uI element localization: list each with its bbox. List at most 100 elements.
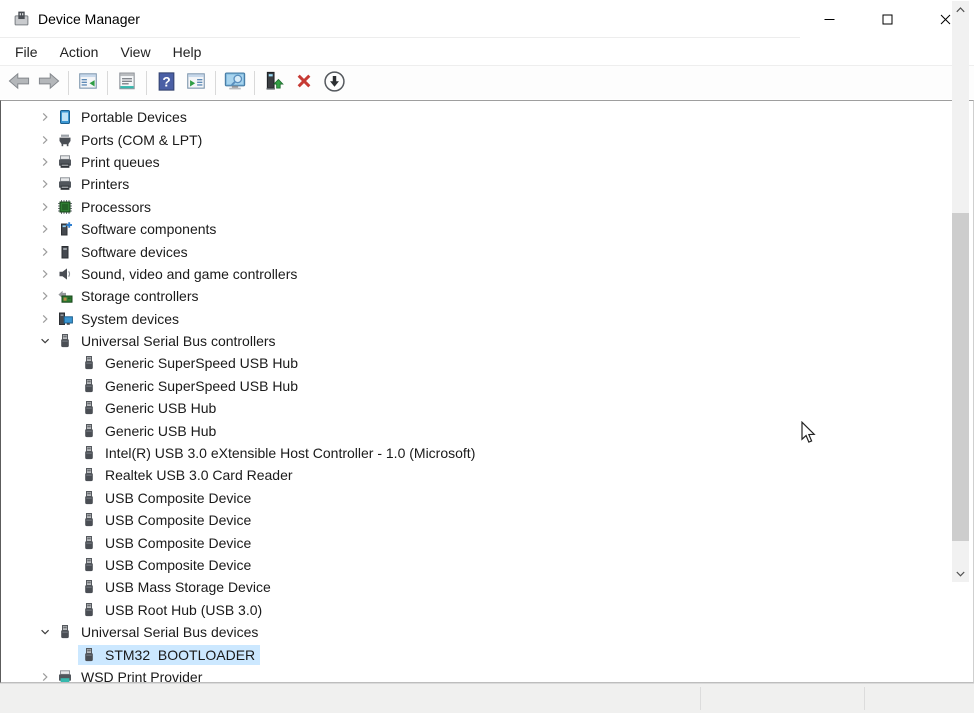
update-driver-button[interactable]: [260, 69, 288, 97]
tree-item-realtek-usb-3-0-card-reader[interactable]: Realtek USB 3.0 Card Reader: [1, 464, 973, 486]
tree-item-label: USB Composite Device: [105, 512, 251, 528]
forward-arrow-icon: [37, 69, 61, 96]
back-arrow-button[interactable]: [5, 69, 33, 97]
row-content: Universal Serial Bus controllers: [54, 331, 281, 351]
tree-item-printers[interactable]: Printers: [1, 173, 973, 195]
scroll-up-button[interactable]: [952, 1, 969, 18]
toolbar-separator: [254, 71, 255, 95]
usb-icon: [81, 602, 97, 618]
minimize-button[interactable]: [800, 0, 858, 38]
tree-item-sound-video-and-game-controllers[interactable]: Sound, video and game controllers: [1, 263, 973, 285]
scrollbar-thumb[interactable]: [952, 213, 969, 541]
tree-item-intel-r-usb-3-0-extensible-host-controller-1-0-microsoft[interactable]: Intel(R) USB 3.0 eXtensible Host Control…: [1, 442, 973, 464]
toolbar: ?: [0, 66, 974, 99]
usb-icon: [81, 400, 97, 416]
tree-item-label: Software components: [81, 221, 216, 237]
tree-item-label: USB Composite Device: [105, 557, 251, 573]
menu-bar: FileActionViewHelp: [0, 38, 974, 66]
tree-item-processors[interactable]: Processors: [1, 196, 973, 218]
tree-item-universal-serial-bus-controllers[interactable]: Universal Serial Bus controllers: [1, 330, 973, 352]
tree-item-label: Ports (COM & LPT): [81, 132, 202, 148]
software-component-icon: [57, 221, 73, 237]
printer-icon: [57, 176, 73, 192]
title-bar: Device Manager: [0, 0, 974, 38]
tree-item-print-queues[interactable]: Print queues: [1, 151, 973, 173]
vertical-scrollbar[interactable]: [952, 1, 969, 582]
tree-item-stm32-bootloader[interactable]: STM32 BOOTLOADER: [1, 643, 973, 665]
tree-item-generic-usb-hub[interactable]: Generic USB Hub: [1, 397, 973, 419]
status-bar-divider: [864, 687, 865, 710]
row-content: Storage controllers: [54, 286, 204, 306]
menu-view[interactable]: View: [109, 40, 161, 64]
tree-item-usb-composite-device[interactable]: USB Composite Device: [1, 509, 973, 531]
device-tree: Portable Devices Ports (COM & LPT) Print q…: [0, 100, 974, 683]
window-controls: [800, 0, 974, 38]
row-content: USB Composite Device: [78, 488, 256, 508]
disable-device-icon: [323, 70, 346, 96]
tree-item-usb-composite-device[interactable]: USB Composite Device: [1, 531, 973, 553]
tree-item-wsd-print-provider[interactable]: WSD Print Provider: [1, 666, 973, 683]
menu-file[interactable]: File: [4, 40, 49, 64]
tree-item-label: Storage controllers: [81, 288, 199, 304]
tree-item-usb-mass-storage-device[interactable]: USB Mass Storage Device: [1, 576, 973, 598]
tree-item-label: Generic USB Hub: [105, 423, 216, 439]
row-content: Printers: [54, 174, 134, 194]
scan-hardware-button[interactable]: [221, 69, 249, 97]
status-bar: [0, 683, 974, 713]
toolbar-separator: [68, 71, 69, 95]
properties-button[interactable]: [113, 69, 141, 97]
tree-item-label: STM32 BOOTLOADER: [105, 647, 255, 663]
tree-item-generic-usb-hub[interactable]: Generic USB Hub: [1, 419, 973, 441]
show-console-tree-button[interactable]: [74, 69, 102, 97]
tree-item-label: Printers: [81, 176, 129, 192]
usb-icon: [81, 378, 97, 394]
back-arrow-icon: [7, 69, 31, 96]
tree-item-label: Generic USB Hub: [105, 400, 216, 416]
tree-item-generic-superspeed-usb-hub[interactable]: Generic SuperSpeed USB Hub: [1, 352, 973, 374]
forward-arrow-button[interactable]: [35, 69, 63, 97]
row-content: System devices: [54, 309, 184, 329]
update-driver-icon: [263, 70, 285, 95]
scroll-down-button[interactable]: [952, 565, 969, 582]
software-device-icon: [57, 244, 73, 260]
toolbar-separator: [146, 71, 147, 95]
disable-device-button[interactable]: [320, 69, 348, 97]
usb-icon: [81, 467, 97, 483]
speaker-icon: [57, 266, 73, 282]
show-action-pane-button[interactable]: [182, 69, 210, 97]
row-content: Software components: [54, 219, 221, 239]
tree-item-universal-serial-bus-devices[interactable]: Universal Serial Bus devices: [1, 621, 973, 643]
portable-device-icon: [57, 109, 73, 125]
properties-icon: [116, 70, 138, 95]
row-content: Realtek USB 3.0 Card Reader: [78, 465, 298, 485]
tree-item-system-devices[interactable]: System devices: [1, 308, 973, 330]
row-content: Processors: [54, 197, 156, 217]
show-console-tree-icon: [77, 70, 99, 95]
printer-icon: [57, 154, 73, 170]
row-content: Generic USB Hub: [78, 421, 221, 441]
menu-help[interactable]: Help: [162, 40, 213, 64]
tree-item-label: WSD Print Provider: [81, 669, 202, 683]
tree-item-label: Intel(R) USB 3.0 eXtensible Host Control…: [105, 445, 475, 461]
row-content: Software devices: [54, 242, 193, 262]
tree-item-label: Software devices: [81, 244, 188, 260]
menu-action[interactable]: Action: [49, 40, 110, 64]
tree-item-software-components[interactable]: Software components: [1, 218, 973, 240]
toolbar-separator: [215, 71, 216, 95]
tree-item-ports-com-lpt[interactable]: Ports (COM & LPT): [1, 128, 973, 150]
usb-icon: [81, 355, 97, 371]
tree-item-storage-controllers[interactable]: Storage controllers: [1, 285, 973, 307]
tree-item-usb-composite-device[interactable]: USB Composite Device: [1, 554, 973, 576]
usb-icon: [57, 333, 73, 349]
help-button[interactable]: ?: [152, 69, 180, 97]
maximize-button[interactable]: [858, 0, 916, 38]
tree-item-software-devices[interactable]: Software devices: [1, 240, 973, 262]
tree-item-usb-composite-device[interactable]: USB Composite Device: [1, 487, 973, 509]
usb-icon: [81, 445, 97, 461]
tree-item-generic-superspeed-usb-hub[interactable]: Generic SuperSpeed USB Hub: [1, 375, 973, 397]
uninstall-device-button[interactable]: [290, 69, 318, 97]
port-icon: [57, 132, 73, 148]
tree-item-portable-devices[interactable]: Portable Devices: [1, 106, 973, 128]
tree-item-usb-root-hub-usb-3-0[interactable]: USB Root Hub (USB 3.0): [1, 599, 973, 621]
selected-row-content: STM32 BOOTLOADER: [78, 645, 260, 665]
